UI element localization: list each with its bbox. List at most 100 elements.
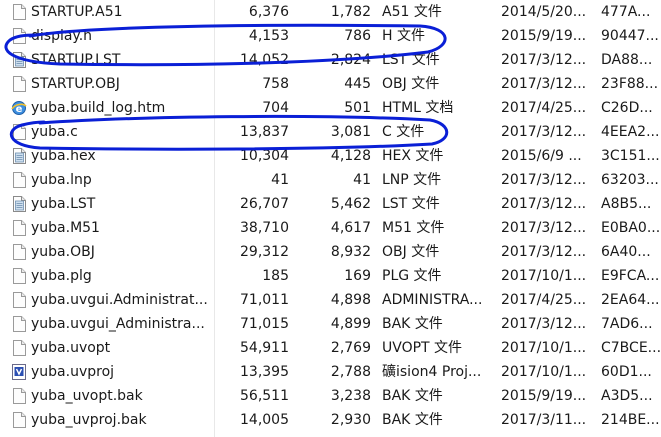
file-crc: DA88...	[601, 52, 653, 68]
blank-file-icon	[10, 168, 28, 192]
file-crc: 477A...	[601, 4, 651, 20]
file-row[interactable]: yuba.hex 10,304 4,128 HEX 文件 2015/6/9 ... 3C1…	[0, 144, 661, 168]
file-packed-size: 3,081	[330, 124, 371, 140]
file-type: ADMINISTRA...	[382, 292, 483, 308]
file-type: LST 文件	[382, 52, 440, 68]
file-row[interactable]: yuba.uvgui.Administrat... 71,011 4,898 ADMI…	[0, 288, 661, 312]
file-crc: 7AD6...	[601, 316, 653, 332]
file-row[interactable]: yuba.c 13,837 3,081 C 文件 2017/3/12... 4EEA2..…	[0, 120, 661, 144]
text-file-icon	[10, 48, 28, 72]
file-name: yuba.lnp	[31, 172, 92, 188]
file-type: A51 文件	[382, 4, 442, 20]
file-packed-size: 4,617	[330, 220, 371, 236]
blank-file-icon	[10, 240, 28, 264]
file-name: yuba_uvproj.bak	[31, 412, 147, 428]
file-crc: E0BA0...	[601, 220, 661, 236]
file-row[interactable]: yuba_uvopt.bak 56,511 3,238 BAK 文件 2015/9/19…	[0, 384, 661, 408]
file-name: display.h	[31, 28, 93, 44]
file-crc: E9FCA...	[601, 268, 660, 284]
file-size: 4,153	[248, 28, 289, 44]
file-row[interactable]: STARTUP.OBJ 758 445 OBJ 文件 2017/3/12... 23F88…	[0, 72, 661, 96]
file-crc: 4EEA2...	[601, 124, 660, 140]
file-packed-size: 2,930	[330, 412, 371, 428]
file-crc: 23F88...	[601, 76, 659, 92]
file-crc: C7BCE...	[601, 340, 661, 356]
file-modified-date: 2017/10/1...	[501, 364, 587, 380]
file-modified-date: 2017/3/12...	[501, 52, 587, 68]
file-row[interactable]: display.h 4,153 786 H 文件 2015/9/19... 90447..…	[0, 24, 661, 48]
blank-file-icon	[10, 0, 28, 24]
file-modified-date: 2017/3/12...	[501, 316, 587, 332]
file-row[interactable]: yuba.OBJ 29,312 8,932 OBJ 文件 2017/3/12... 6A4…	[0, 240, 661, 264]
file-size: 38,710	[240, 220, 289, 236]
file-row[interactable]: yuba.uvopt 54,911 2,769 UVOPT 文件 2017/10/1..…	[0, 336, 661, 360]
file-crc: 63203...	[601, 172, 659, 188]
file-name: STARTUP.A51	[31, 4, 123, 20]
file-packed-size: 501	[344, 100, 371, 116]
file-row[interactable]: yuba.uvproj 13,395 2,788 礦ision4 Proj... 201…	[0, 360, 661, 384]
file-size: 758	[262, 76, 289, 92]
file-modified-date: 2015/9/19...	[501, 28, 587, 44]
file-row[interactable]: yuba_uvproj.bak 14,005 2,930 BAK 文件 2017/3/1…	[0, 408, 661, 432]
file-crc: C26D...	[601, 100, 653, 116]
file-row[interactable]: yuba.uvgui_Administra... 71,015 4,899 BAK 文…	[0, 312, 661, 336]
file-row[interactable]: yuba.lnp 41 41 LNP 文件 2017/3/12... 63203...	[0, 168, 661, 192]
file-name: yuba_uvopt.bak	[31, 388, 143, 404]
file-row[interactable]: yuba.M51 38,710 4,617 M51 文件 2017/3/12... E0B…	[0, 216, 661, 240]
file-modified-date: 2017/4/25...	[501, 100, 587, 116]
blank-file-icon	[10, 288, 28, 312]
file-name: yuba.LST	[31, 196, 96, 212]
file-crc: 3C151...	[601, 148, 660, 164]
file-name: yuba.M51	[31, 220, 100, 236]
file-name: yuba.OBJ	[31, 244, 95, 260]
file-size: 185	[262, 268, 289, 284]
file-row[interactable]: e yuba.build_log.htm 704 501 HTML 文档 2017/4/2…	[0, 96, 661, 120]
file-size: 29,312	[240, 244, 289, 260]
blank-file-icon	[10, 24, 28, 48]
file-size: 6,376	[248, 4, 289, 20]
file-packed-size: 169	[344, 268, 371, 284]
file-row[interactable]: STARTUP.LST 14,052 2,824 LST 文件 2017/3/12...…	[0, 48, 661, 72]
file-type: HEX 文件	[382, 148, 444, 164]
file-crc: 60D1...	[601, 364, 652, 380]
file-packed-size: 5,462	[330, 196, 371, 212]
blank-file-icon	[10, 336, 28, 360]
file-packed-size: 41	[353, 172, 371, 188]
file-packed-size: 4,898	[330, 292, 371, 308]
file-packed-size: 2,769	[330, 340, 371, 356]
blank-file-icon	[10, 384, 28, 408]
file-type: 礦ision4 Proj...	[382, 364, 482, 380]
blank-file-icon	[10, 72, 28, 96]
file-size: 71,011	[240, 292, 289, 308]
file-modified-date: 2014/5/20...	[501, 4, 587, 20]
file-modified-date: 2017/10/1...	[501, 268, 587, 284]
file-type: BAK 文件	[382, 388, 443, 404]
file-packed-size: 2,824	[330, 52, 371, 68]
text-file-icon	[10, 192, 28, 216]
blank-file-icon	[10, 120, 28, 144]
file-size: 71,015	[240, 316, 289, 332]
column-divider	[214, 0, 215, 437]
file-size: 56,511	[240, 388, 289, 404]
file-modified-date: 2017/3/12...	[501, 244, 587, 260]
file-modified-date: 2017/3/12...	[501, 124, 587, 140]
file-type: HTML 文档	[382, 100, 454, 116]
file-name: yuba.uvopt	[31, 340, 111, 356]
file-size: 54,911	[240, 340, 289, 356]
file-size: 10,304	[240, 148, 289, 164]
file-type: BAK 文件	[382, 316, 443, 332]
file-modified-date: 2017/3/11...	[501, 412, 587, 428]
file-size: 704	[262, 100, 289, 116]
file-row[interactable]: yuba.plg 185 169 PLG 文件 2017/10/1... E9FCA...	[0, 264, 661, 288]
file-crc: 6A40...	[601, 244, 651, 260]
file-row[interactable]: STARTUP.A51 6,376 1,782 A51 文件 2014/5/20... 4…	[0, 0, 661, 24]
file-row[interactable]: yuba.LST 26,707 5,462 LST 文件 2017/3/12... A8B…	[0, 192, 661, 216]
file-size: 26,707	[240, 196, 289, 212]
file-packed-size: 1,782	[330, 4, 371, 20]
file-name: yuba.uvgui_Administra...	[31, 316, 205, 332]
file-name: yuba.plg	[31, 268, 92, 284]
file-crc: 90447...	[601, 28, 659, 44]
file-modified-date: 2017/3/12...	[501, 196, 587, 212]
file-packed-size: 3,238	[330, 388, 371, 404]
file-crc: 214BE...	[601, 412, 660, 428]
